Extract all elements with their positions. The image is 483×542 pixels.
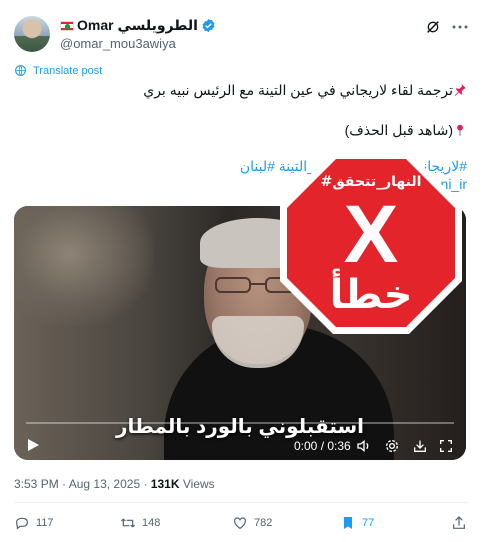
volume-icon[interactable] (356, 438, 372, 454)
author-name-row[interactable]: الطرويلسي Omar (60, 17, 216, 34)
download-icon[interactable] (412, 438, 428, 454)
views-count: 131K (150, 477, 180, 491)
lebanon-flag-icon (60, 20, 74, 31)
fullscreen-icon[interactable] (438, 438, 454, 454)
grok-icon[interactable] (425, 19, 441, 35)
post-line-1: ترجمة لقاء لاريجاني في عين التينة مع الر… (143, 82, 453, 98)
post-time[interactable]: 3:53 PM (14, 477, 59, 491)
share-button[interactable] (451, 515, 467, 531)
divider (14, 502, 469, 503)
video-controls: 0:00 / 0:36 (14, 430, 466, 460)
author-handle[interactable]: @omar_mou3awiya (60, 36, 176, 51)
post-header: الطرويلسي Omar @omar_mou3awiya (14, 14, 469, 54)
action-bar: 117 148 782 77 (14, 515, 469, 535)
reply-icon (16, 517, 28, 530)
reply-button[interactable]: 117 (14, 515, 54, 531)
verified-badge-icon (202, 18, 215, 33)
post-text-line-2: (شاهد قبل الحذف) (345, 122, 467, 139)
like-button[interactable]: 782 (232, 515, 272, 531)
bookmark-count: 77 (362, 517, 375, 529)
video-lamp-shape (14, 206, 154, 326)
post-text-line-1: ترجمة لقاء لاريجاني في عين التينة مع الر… (143, 82, 467, 99)
video-progress-bar[interactable] (26, 422, 454, 424)
round-pushpin-icon (457, 124, 463, 136)
views-label: Views (182, 477, 215, 491)
stamp-banner: #النهار_تتحقق (321, 174, 422, 190)
pushpin-icon (454, 84, 466, 96)
false-rating-stamp: #النهار_تتحقق X خطأ (280, 152, 462, 334)
post-line-2: (شاهد قبل الحذف) (344, 122, 453, 138)
like-count: 782 (254, 517, 273, 529)
translate-post-link[interactable]: Translate post (14, 64, 102, 77)
translate-label: Translate post (33, 64, 103, 77)
stamp-word: خطأ (330, 268, 413, 318)
avatar[interactable] (14, 16, 50, 52)
heart-icon (234, 517, 246, 530)
share-icon (453, 516, 465, 529)
repost-count: 148 (142, 517, 161, 529)
video-time: 0:00 / 0:36 (294, 439, 351, 453)
repost-button[interactable]: 148 (120, 515, 160, 531)
settings-icon[interactable] (384, 438, 400, 454)
translate-icon (15, 65, 26, 76)
bookmark-icon (344, 517, 352, 529)
repost-icon (120, 518, 136, 528)
reply-count: 117 (36, 517, 54, 529)
display-name[interactable]: الطرويلسي Omar (77, 17, 198, 34)
more-options-icon[interactable] (451, 19, 469, 35)
post-date[interactable]: Aug 13, 2025 (69, 477, 140, 491)
bookmark-button[interactable]: 77 (340, 515, 374, 531)
stamp-x-mark: X (344, 189, 399, 280)
post-meta: 3:53 PM · Aug 13, 2025 · 131K Views (14, 477, 215, 491)
play-icon[interactable] (26, 438, 40, 452)
